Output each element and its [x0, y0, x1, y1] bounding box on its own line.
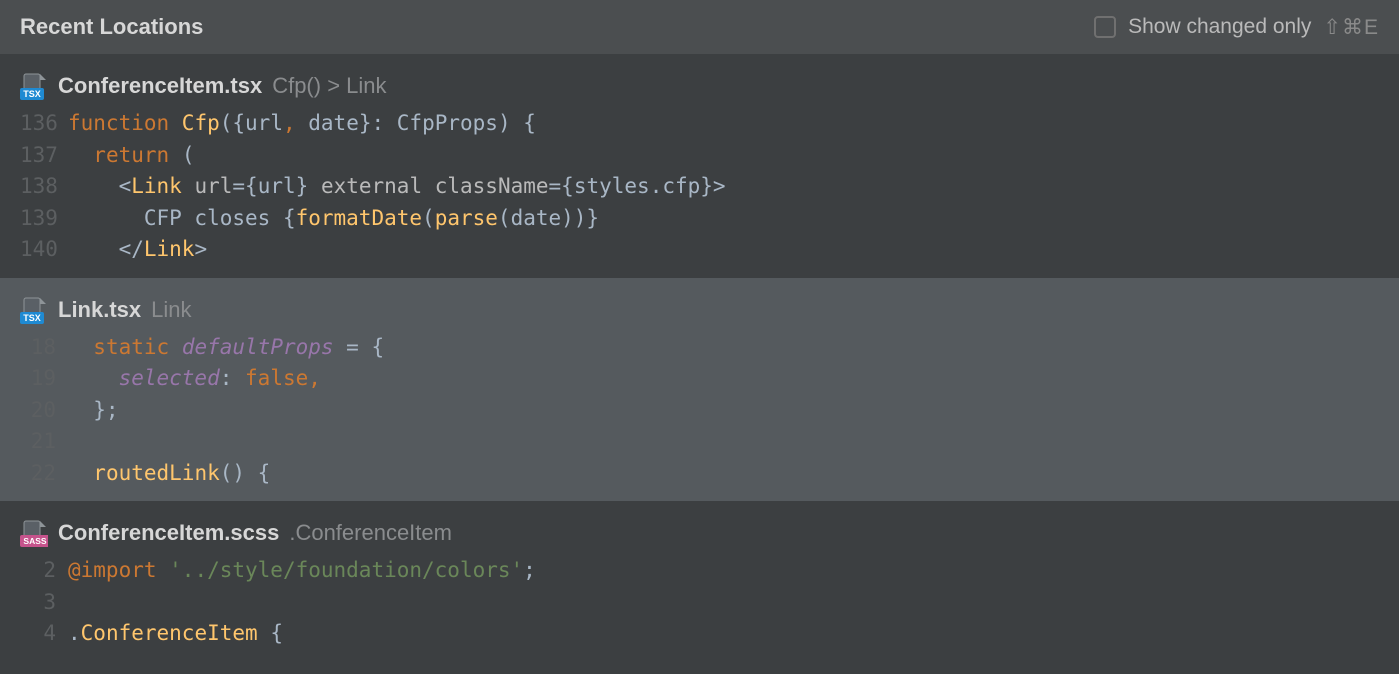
line-number: 137 — [20, 140, 68, 172]
file-name: Link.tsx — [58, 297, 141, 323]
line-number: 140 — [20, 234, 68, 266]
code-line[interactable]: 20 }; — [0, 395, 1399, 427]
line-number: 19 — [20, 363, 68, 395]
line-number: 21 — [20, 426, 68, 458]
recent-location-entry[interactable]: TSX ConferenceItem.tsx Cfp() > Link136fu… — [0, 54, 1399, 278]
code-line[interactable]: 136function Cfp({url, date}: CfpProps) { — [0, 108, 1399, 140]
shortcut-hint: ⇧⌘E — [1323, 15, 1379, 40]
line-number: 139 — [20, 203, 68, 235]
code-line[interactable]: 2@import '../style/foundation/colors'; — [0, 555, 1399, 587]
recent-location-entry[interactable]: SASS ConferenceItem.scss .ConferenceItem… — [0, 501, 1399, 662]
line-number: 138 — [20, 171, 68, 203]
line-number: 22 — [20, 458, 68, 490]
code-text: function Cfp({url, date}: CfpProps) { — [68, 108, 536, 140]
show-changed-label[interactable]: Show changed only — [1128, 15, 1311, 39]
entry-header[interactable]: TSX Link.tsx Link — [0, 292, 1399, 332]
entry-header[interactable]: TSX ConferenceItem.tsx Cfp() > Link — [0, 68, 1399, 108]
breadcrumb: Link — [151, 297, 191, 323]
code-text: routedLink() { — [68, 458, 270, 490]
code-line[interactable]: 138 <Link url={url} external className={… — [0, 171, 1399, 203]
code-text: }; — [68, 395, 119, 427]
code-line[interactable]: 19 selected: false, — [0, 363, 1399, 395]
code-line[interactable]: 18 static defaultProps = { — [0, 332, 1399, 364]
tsx-file-icon: TSX — [20, 296, 48, 324]
line-number: 20 — [20, 395, 68, 427]
tsx-file-icon: TSX — [20, 72, 48, 100]
line-number: 136 — [20, 108, 68, 140]
popup-title: Recent Locations — [20, 14, 203, 40]
code-line[interactable]: 139 CFP closes {formatDate(parse(date))} — [0, 203, 1399, 235]
code-snippet[interactable]: 136function Cfp({url, date}: CfpProps) {… — [0, 108, 1399, 278]
breadcrumb: .ConferenceItem — [289, 520, 452, 546]
popup-header: Recent Locations Show changed only ⇧⌘E — [0, 0, 1399, 54]
line-number: 18 — [20, 332, 68, 364]
code-text: </Link> — [68, 234, 207, 266]
code-text: selected: false, — [68, 363, 321, 395]
code-line[interactable]: 3 — [0, 587, 1399, 619]
code-text: CFP closes {formatDate(parse(date))} — [68, 203, 599, 235]
code-text: return ( — [68, 140, 194, 172]
header-right: Show changed only ⇧⌘E — [1094, 15, 1379, 40]
code-line[interactable]: 21 — [0, 426, 1399, 458]
code-text: @import '../style/foundation/colors'; — [68, 555, 536, 587]
code-text: <Link url={url} external className={styl… — [68, 171, 726, 203]
file-name: ConferenceItem.scss — [58, 520, 279, 546]
svg-text:TSX: TSX — [23, 89, 41, 99]
code-text: static defaultProps = { — [68, 332, 384, 364]
entry-header[interactable]: SASS ConferenceItem.scss .ConferenceItem — [0, 515, 1399, 555]
code-snippet[interactable]: 18 static defaultProps = {19 selected: f… — [0, 332, 1399, 502]
svg-text:SASS: SASS — [23, 536, 46, 546]
file-name: ConferenceItem.tsx — [58, 73, 262, 99]
recent-locations-list: TSX ConferenceItem.tsx Cfp() > Link136fu… — [0, 54, 1399, 662]
code-line[interactable]: 22 routedLink() { — [0, 458, 1399, 490]
show-changed-checkbox[interactable] — [1094, 16, 1116, 38]
breadcrumb: Cfp() > Link — [272, 73, 386, 99]
code-line[interactable]: 137 return ( — [0, 140, 1399, 172]
code-line[interactable]: 140 </Link> — [0, 234, 1399, 266]
sass-file-icon: SASS — [20, 519, 48, 547]
line-number: 3 — [20, 587, 68, 619]
recent-location-entry[interactable]: TSX Link.tsx Link18 static defaultProps … — [0, 278, 1399, 502]
svg-text:TSX: TSX — [23, 313, 41, 323]
code-line[interactable]: 4.ConferenceItem { — [0, 618, 1399, 650]
line-number: 2 — [20, 555, 68, 587]
code-text: .ConferenceItem { — [68, 618, 283, 650]
line-number: 4 — [20, 618, 68, 650]
code-snippet[interactable]: 2@import '../style/foundation/colors';34… — [0, 555, 1399, 662]
